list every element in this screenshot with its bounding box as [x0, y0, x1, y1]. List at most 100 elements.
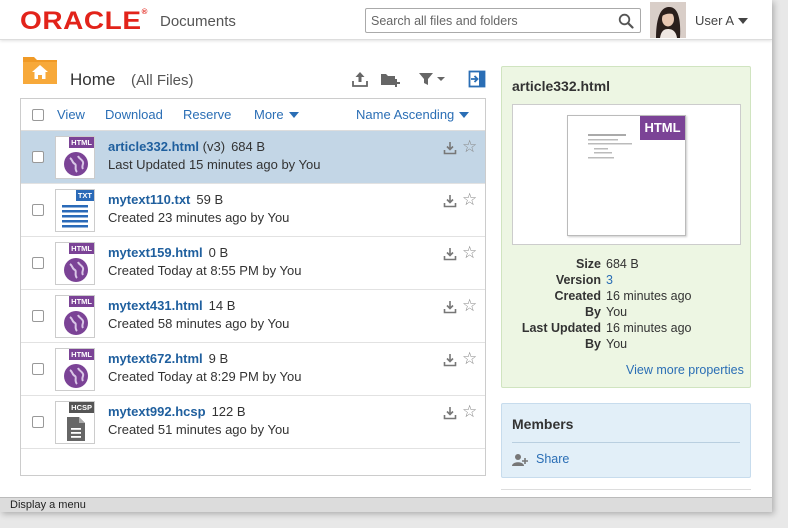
- upload-icon[interactable]: [351, 70, 369, 88]
- file-thumbnail[interactable]: HTML: [55, 295, 95, 338]
- file-row[interactable]: HTML mytext431.html 14 B Created 58 minutes…: [21, 290, 485, 343]
- file-name[interactable]: article332.html: [108, 139, 199, 154]
- file-status: Created 23 minutes ago by You: [108, 210, 290, 225]
- download-icon[interactable]: [443, 141, 457, 155]
- file-row[interactable]: HCSP mytext992.hcsp 122 B Created 51 minute…: [21, 396, 485, 449]
- download-icon[interactable]: [443, 247, 457, 261]
- file-thumbnail[interactable]: HTML: [55, 242, 95, 285]
- file-thumbnail[interactable]: TXT: [55, 189, 95, 232]
- property-value[interactable]: 3: [606, 273, 613, 287]
- property-label: Created: [554, 289, 601, 303]
- row-checkbox[interactable]: [32, 257, 44, 269]
- property-label: Last Updated: [521, 321, 601, 335]
- new-folder-icon[interactable]: [380, 70, 400, 88]
- globe-icon: [64, 364, 88, 388]
- oracle-logo[interactable]: ORACLE®: [20, 7, 148, 36]
- download-icon[interactable]: [443, 353, 457, 367]
- members-panel: Members Share: [501, 403, 751, 478]
- file-row[interactable]: HTML mytext672.html 9 B Created Today at 8:…: [21, 343, 485, 396]
- star-icon[interactable]: ☆: [462, 138, 477, 155]
- property-value: 16 minutes ago: [606, 289, 692, 303]
- user-menu[interactable]: User A: [695, 13, 734, 28]
- search-box[interactable]: [365, 8, 641, 33]
- download-button[interactable]: Download: [105, 107, 163, 122]
- file-name[interactable]: mytext431.html: [108, 298, 203, 313]
- file-type-badge: HTML: [69, 296, 94, 307]
- property-label: By: [585, 305, 601, 319]
- file-thumbnail[interactable]: HCSP: [55, 401, 95, 444]
- download-icon[interactable]: [443, 300, 457, 314]
- file-name[interactable]: mytext672.html: [108, 351, 203, 366]
- file-row[interactable]: TXT mytext110.txt 59 B Created 23 minutes a…: [21, 184, 485, 237]
- file-name-link[interactable]: mytext159.html 0 B: [108, 245, 228, 260]
- file-status: Last Updated 15 minutes ago by You: [108, 157, 321, 172]
- add-member-icon[interactable]: [512, 453, 528, 467]
- file-name[interactable]: mytext992.hcsp: [108, 404, 206, 419]
- chevron-down-icon[interactable]: [738, 18, 748, 24]
- property-label: By: [585, 337, 601, 351]
- file-status: Created 51 minutes ago by You: [108, 422, 290, 437]
- star-icon[interactable]: ☆: [462, 350, 477, 367]
- file-thumbnail[interactable]: HTML: [55, 136, 95, 179]
- filter-icon[interactable]: [418, 70, 446, 88]
- folder-subtitle: (All Files): [131, 72, 194, 89]
- row-checkbox[interactable]: [32, 363, 44, 375]
- file-name-link[interactable]: mytext672.html 9 B: [108, 351, 228, 366]
- text-lines-icon: [62, 205, 88, 228]
- file-name-link[interactable]: mytext110.txt 59 B: [108, 192, 223, 207]
- globe-icon: [64, 152, 88, 176]
- property-value: 684 B: [606, 257, 639, 271]
- document-icon: [67, 417, 85, 441]
- file-name-link[interactable]: mytext992.hcsp 122 B: [108, 404, 246, 419]
- home-folder-icon: [23, 57, 57, 84]
- app-window: ORACLE® Documents User A Home (All Fi: [0, 0, 772, 512]
- search-icon[interactable]: [618, 13, 634, 29]
- property-label: Version: [555, 273, 601, 287]
- file-type-badge: TXT: [75, 190, 94, 201]
- file-name-link[interactable]: mytext431.html 14 B: [108, 298, 235, 313]
- share-link[interactable]: Share: [536, 452, 569, 466]
- reserve-button[interactable]: Reserve: [183, 107, 231, 122]
- file-name[interactable]: mytext159.html: [108, 245, 203, 260]
- file-row[interactable]: HTML mytext159.html 0 B Created Today at 8:…: [21, 237, 485, 290]
- view-button[interactable]: View: [57, 107, 85, 122]
- row-checkbox[interactable]: [32, 151, 44, 163]
- sort-menu-button[interactable]: Name Ascending: [356, 107, 470, 122]
- preview-text-lines: [588, 134, 632, 159]
- file-type-badge: HCSP: [69, 402, 94, 413]
- file-size: 684 B: [231, 139, 266, 154]
- file-name-link[interactable]: article332.html (v3) 684 B: [108, 139, 265, 154]
- search-input[interactable]: [371, 12, 611, 30]
- properties-title: article332.html: [512, 78, 611, 94]
- download-icon[interactable]: [443, 406, 457, 420]
- chevron-down-icon: [459, 111, 470, 118]
- row-checkbox[interactable]: [32, 204, 44, 216]
- file-row[interactable]: HTML article332.html (v3) 684 B Last Update…: [21, 131, 485, 184]
- view-more-properties-link[interactable]: View more properties: [626, 363, 744, 377]
- star-icon[interactable]: ☆: [462, 403, 477, 420]
- more-menu-button[interactable]: More: [254, 107, 299, 122]
- star-icon[interactable]: ☆: [462, 191, 477, 208]
- file-version: (v3): [202, 139, 226, 154]
- panel-divider: [501, 489, 751, 497]
- file-name[interactable]: mytext110.txt: [108, 192, 190, 207]
- open-panel-icon[interactable]: [468, 70, 486, 88]
- select-all-checkbox[interactable]: [32, 109, 44, 121]
- star-icon[interactable]: ☆: [462, 244, 477, 261]
- star-icon[interactable]: ☆: [462, 297, 477, 314]
- avatar[interactable]: [650, 2, 686, 38]
- download-icon[interactable]: [443, 194, 457, 208]
- file-size: 14 B: [208, 298, 236, 313]
- properties-panel: article332.html HTML Size 684 B Version 3 Cr…: [501, 66, 751, 388]
- globe-icon: [64, 258, 88, 282]
- top-header: ORACLE® Documents User A: [0, 0, 772, 40]
- row-checkbox[interactable]: [32, 310, 44, 322]
- row-checkbox[interactable]: [32, 416, 44, 428]
- file-thumbnail[interactable]: HTML: [55, 348, 95, 391]
- file-size: 9 B: [208, 351, 229, 366]
- file-size: 59 B: [196, 192, 224, 207]
- property-value: You: [606, 337, 628, 351]
- document-preview[interactable]: HTML: [512, 104, 741, 245]
- file-size: 0 B: [208, 245, 229, 260]
- property-label: Size: [575, 257, 601, 271]
